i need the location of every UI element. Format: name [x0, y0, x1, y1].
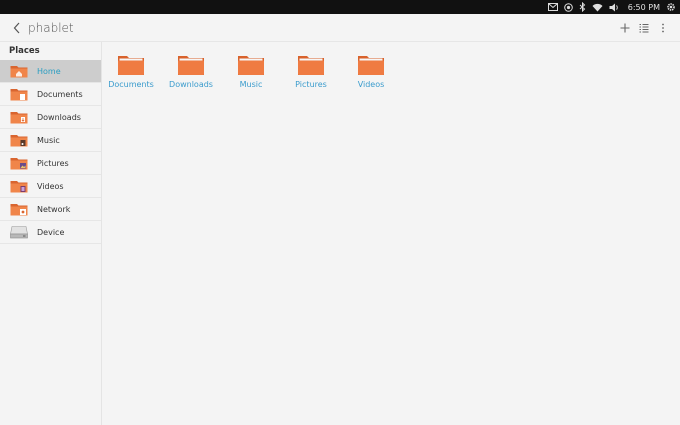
sidebar-item-videos[interactable]: Videos	[0, 175, 101, 198]
sidebar-item-downloads[interactable]: Downloads	[0, 106, 101, 129]
sidebar: Places Home Documents Downloads Music Pi…	[0, 42, 102, 425]
more-icon	[662, 23, 664, 33]
more-button[interactable]	[654, 18, 672, 38]
volume-icon[interactable]	[609, 0, 620, 14]
folder-label: Downloads	[169, 80, 213, 89]
pictures-folder-icon	[9, 155, 29, 171]
downloads-folder-icon	[9, 109, 29, 125]
back-button[interactable]	[6, 14, 28, 42]
header-actions	[615, 14, 672, 42]
folder-icon	[118, 56, 144, 75]
sidebar-item-label: Downloads	[37, 112, 81, 122]
folder-item-documents[interactable]: Documents	[101, 54, 161, 104]
folder-item-downloads[interactable]: Downloads	[161, 54, 221, 104]
drive-icon	[9, 224, 29, 240]
sidebar-item-label: Pictures	[37, 158, 69, 168]
folder-label: Music	[239, 80, 263, 89]
list-view-button[interactable]	[635, 18, 653, 38]
clock[interactable]: 6:50 PM	[628, 3, 660, 12]
chevron-left-icon	[13, 22, 20, 33]
sidebar-item-pictures[interactable]: Pictures	[0, 152, 101, 175]
folder-label: Documents	[108, 80, 154, 89]
add-button[interactable]	[616, 18, 634, 38]
sidebar-item-home[interactable]: Home	[0, 60, 101, 83]
header: phablet	[0, 14, 680, 42]
status-bar: 6:50 PM	[0, 0, 680, 14]
sidebar-title: Places	[9, 46, 40, 56]
sidebar-item-device[interactable]: Device	[0, 221, 101, 244]
folder-grid: Documents Downloads Music Pictures Video…	[103, 42, 680, 425]
bluetooth-icon[interactable]	[579, 0, 586, 14]
home-folder-icon	[9, 63, 29, 79]
sidebar-item-label: Home	[37, 66, 61, 76]
folder-icon	[358, 56, 384, 75]
folder-label: Pictures	[295, 80, 327, 89]
sidebar-item-label: Videos	[37, 181, 64, 191]
folder-icon	[238, 56, 264, 75]
sidebar-item-label: Documents	[37, 89, 83, 99]
folder-item-pictures[interactable]: Pictures	[281, 54, 341, 104]
folder-item-videos[interactable]: Videos	[341, 54, 401, 104]
sidebar-item-label: Music	[37, 135, 60, 145]
location-icon[interactable]	[563, 0, 573, 14]
settings-icon[interactable]	[666, 0, 676, 14]
music-folder-icon	[9, 132, 29, 148]
folder-label: Videos	[357, 80, 385, 89]
folder-icon	[178, 56, 204, 75]
sidebar-item-label: Device	[37, 227, 65, 237]
add-icon	[620, 23, 630, 33]
network-folder-icon	[9, 201, 29, 217]
documents-folder-icon	[9, 86, 29, 102]
mail-icon[interactable]	[547, 0, 558, 14]
sidebar-item-documents[interactable]: Documents	[0, 83, 101, 106]
folder-item-music[interactable]: Music	[221, 54, 281, 104]
page-title: phablet	[28, 20, 74, 35]
sidebar-item-label: Network	[37, 204, 71, 214]
folder-icon	[298, 56, 324, 75]
videos-folder-icon	[9, 178, 29, 194]
sidebar-item-music[interactable]: Music	[0, 129, 101, 152]
sidebar-item-network[interactable]: Network	[0, 198, 101, 221]
wifi-icon[interactable]	[592, 0, 603, 14]
list-view-icon	[639, 24, 649, 33]
